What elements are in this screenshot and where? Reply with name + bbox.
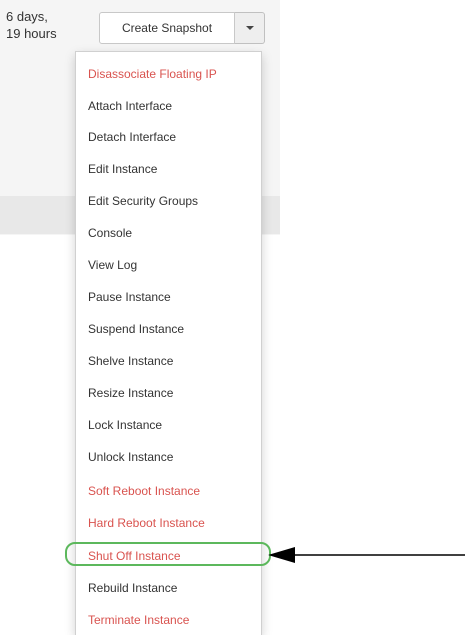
menu-item-view-log[interactable]: View Log [88,253,137,277]
pointer-arrow-icon [268,547,465,563]
menu-item-disassociate-floating-ip[interactable]: Disassociate Floating IP [88,62,217,86]
caret-down-icon [245,26,254,30]
menu-item-terminate-instance[interactable]: Terminate Instance [88,608,189,632]
menu-item-shelve-instance[interactable]: Shelve Instance [88,349,173,373]
uptime-days: 6 days, [6,9,48,24]
menu-item-lock-instance[interactable]: Lock Instance [88,413,162,437]
uptime-hours: 19 hours [6,26,57,41]
menu-item-pause-instance[interactable]: Pause Instance [88,285,171,309]
menu-item-edit-instance[interactable]: Edit Instance [88,157,157,181]
menu-item-hard-reboot-instance[interactable]: Hard Reboot Instance [88,511,205,535]
menu-item-console[interactable]: Console [88,221,132,245]
menu-item-unlock-instance[interactable]: Unlock Instance [88,445,173,469]
instance-actions-button-group: Create Snapshot [99,12,265,44]
menu-item-resize-instance[interactable]: Resize Instance [88,381,173,405]
menu-item-rebuild-instance[interactable]: Rebuild Instance [88,576,177,600]
menu-item-detach-interface[interactable]: Detach Interface [88,125,176,149]
menu-item-soft-reboot-instance[interactable]: Soft Reboot Instance [88,479,200,503]
create-snapshot-button[interactable]: Create Snapshot [99,12,235,44]
menu-item-edit-security-groups[interactable]: Edit Security Groups [88,189,198,213]
menu-item-suspend-instance[interactable]: Suspend Instance [88,317,184,341]
highlight-ring [65,542,271,566]
menu-item-attach-interface[interactable]: Attach Interface [88,94,172,118]
uptime-cell: 6 days, 19 hours [6,8,74,42]
more-actions-dropdown-toggle[interactable] [235,12,265,44]
